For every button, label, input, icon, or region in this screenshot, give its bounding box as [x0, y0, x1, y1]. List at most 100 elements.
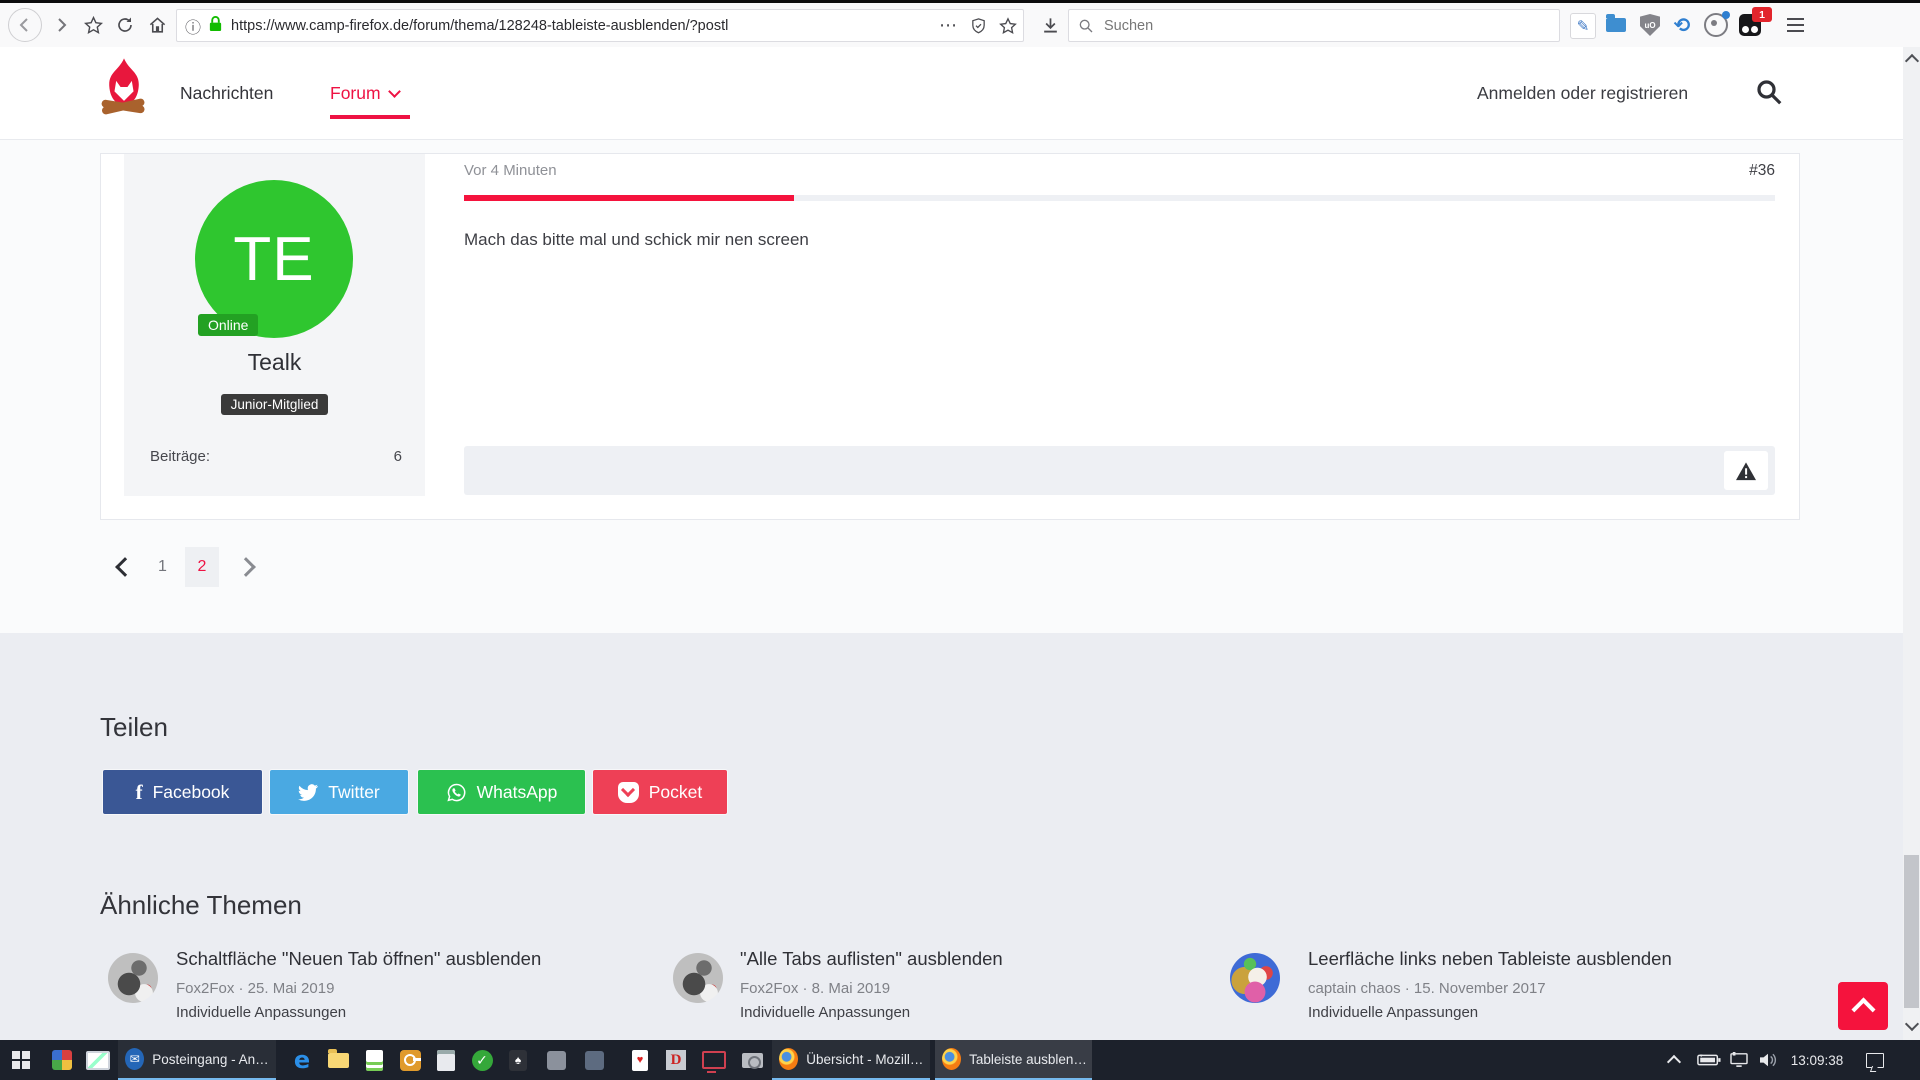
tracking-shield-icon[interactable] [963, 10, 993, 41]
page-scrollbar[interactable] [1903, 47, 1920, 1040]
scrollbar-thumb[interactable] [1904, 855, 1919, 1008]
taskbar-app-icon[interactable] [544, 1048, 568, 1072]
forum-search-button[interactable] [1754, 77, 1784, 112]
page-link-1[interactable]: 1 [158, 558, 167, 576]
taskbar-app-colorful-icon[interactable] [50, 1048, 74, 1072]
task-firefox-tableiste[interactable]: Tableiste ausblenden ... [935, 1040, 1092, 1080]
author-name[interactable]: Tealk [124, 349, 425, 376]
page-info-icon[interactable]: ⓘ [185, 14, 201, 38]
share-facebook-button[interactable]: f Facebook [103, 770, 262, 814]
topic-category[interactable]: Individuelle Anpassungen [176, 1004, 346, 1021]
folder-extension-icon[interactable] [1604, 13, 1628, 37]
scrollbar-down-icon[interactable] [1905, 1017, 1919, 1031]
post-timestamp[interactable]: Vor 4 Minuten [464, 162, 557, 179]
back-button[interactable] [6, 3, 44, 47]
login-link[interactable]: Anmelden oder registrieren [1477, 47, 1688, 139]
bookmark-star-button[interactable] [78, 3, 108, 47]
topic-avatar[interactable] [108, 953, 158, 1003]
share-twitter-button[interactable]: Twitter [270, 770, 408, 814]
topic-title[interactable]: Schaltfläche "Neuen Tab öffnen" ausblend… [176, 948, 541, 970]
browser-search-input[interactable] [1102, 17, 1526, 35]
task-label: Übersicht - Mozilla Fir... [806, 1052, 930, 1067]
home-button[interactable] [142, 3, 172, 47]
topic-avatar[interactable] [1230, 953, 1280, 1003]
sync-glyph: ⟲ [1674, 13, 1691, 38]
firefox-icon [942, 1048, 961, 1070]
scrollbar-up-icon[interactable] [1905, 54, 1919, 68]
taskbar-camera-icon[interactable] [740, 1048, 764, 1072]
taskbar-darkcard-icon[interactable]: ♠ [506, 1048, 530, 1072]
post-footer-bar [464, 446, 1775, 495]
taskbar-clock[interactable]: 13:09:38 [1784, 1040, 1850, 1080]
topic-meta: Fox2Fox · 25. Mai 2019 [176, 980, 334, 997]
pocket-label: Pocket [649, 782, 703, 803]
share-pocket-button[interactable]: Pocket [593, 770, 727, 814]
next-page-icon[interactable] [236, 557, 256, 577]
forward-icon [53, 17, 69, 33]
task-thunderbird[interactable]: ✉ Posteingang - Andrea... [118, 1040, 276, 1080]
post-main: Vor 4 Minuten #36 Mach das bitte mal und… [464, 154, 1775, 496]
topic-category[interactable]: Individuelle Anpassungen [740, 1004, 910, 1021]
privacy-extension-icon[interactable] [1704, 13, 1728, 37]
taskbar-edge-icon[interactable]: e [290, 1048, 314, 1072]
posts-label: Beiträge: [150, 448, 210, 465]
nav-nachrichten[interactable]: Nachrichten [180, 47, 273, 139]
report-button[interactable] [1724, 451, 1768, 490]
taskbar-cards-icon[interactable]: ♥ [628, 1048, 652, 1072]
chevron-down-icon [388, 85, 401, 98]
taskbar-app-icon[interactable] [582, 1048, 606, 1072]
topic-title[interactable]: Leerfläche links neben Tableiste ausblen… [1308, 948, 1672, 970]
download-icon [1041, 16, 1060, 35]
topic-category[interactable]: Individuelle Anpassungen [1308, 1004, 1478, 1021]
search-icon [1078, 18, 1094, 34]
topic-avatar[interactable] [673, 953, 723, 1003]
taskbar-keepass-icon[interactable] [398, 1048, 422, 1072]
twitter-label: Twitter [328, 782, 380, 803]
page-actions-icon[interactable]: ⋯ [933, 10, 963, 41]
posts-count: 6 [394, 448, 402, 465]
reload-icon [116, 16, 134, 34]
topic-meta: captain chaos · 15. November 2017 [1308, 980, 1546, 997]
extension-badge: 1 [1752, 7, 1772, 22]
scroll-to-top-button[interactable] [1838, 982, 1888, 1030]
search-icon [1754, 77, 1784, 107]
downloads-button[interactable] [1034, 3, 1066, 47]
topic-title[interactable]: "Alle Tabs auflisten" ausblenden [740, 948, 1003, 970]
ublock-extension-icon[interactable]: uO [1638, 13, 1662, 37]
page-bookmark-star-icon[interactable] [993, 10, 1023, 41]
task-firefox-uebersicht[interactable]: Übersicht - Mozilla Fir... [772, 1040, 930, 1080]
action-center-icon[interactable] [1860, 1040, 1890, 1080]
network-icon[interactable] [1726, 1040, 1752, 1080]
reload-button[interactable] [110, 3, 140, 47]
firefox-icon [779, 1048, 798, 1070]
start-button[interactable] [12, 1051, 30, 1069]
taskbar-d-app-icon[interactable]: D [664, 1048, 688, 1072]
share-whatsapp-button[interactable]: WhatsApp [418, 770, 585, 814]
page-current-2[interactable]: 2 [185, 547, 219, 587]
battery-icon[interactable] [1694, 1040, 1724, 1080]
avatar-initials: TE [233, 224, 314, 295]
note-extension-icon[interactable]: ✎ [1570, 13, 1596, 39]
taskbar-notepad-icon[interactable] [434, 1048, 458, 1072]
browser-search-bar[interactable] [1068, 9, 1560, 42]
post-number[interactable]: #36 [1749, 162, 1775, 180]
forward-button[interactable] [46, 3, 76, 47]
taskbar-explorer-icon[interactable] [326, 1048, 350, 1072]
author-panel: TE Online Tealk Junior-Mitglied Beiträge… [124, 154, 425, 496]
sync-extension-icon[interactable]: ⟲ [1670, 13, 1694, 37]
volume-icon[interactable] [1754, 1040, 1782, 1080]
taskbar-check-icon[interactable]: ✓ [470, 1048, 494, 1072]
url-bar[interactable]: ⓘ https://www.camp-firefox.de/forum/them… [176, 9, 1024, 42]
screen: ⓘ https://www.camp-firefox.de/forum/them… [0, 0, 1920, 1080]
nav-forum[interactable]: Forum [330, 47, 399, 139]
campfire-logo[interactable] [98, 56, 150, 123]
taskbar-monitor-icon[interactable] [702, 1048, 726, 1072]
menu-button[interactable] [1778, 3, 1812, 47]
tray-expand-icon[interactable] [1664, 1040, 1684, 1080]
taskbar-app-presentation-icon[interactable] [86, 1048, 110, 1072]
topic-meta: Fox2Fox · 8. Mai 2019 [740, 980, 890, 997]
pencil-glyph: ✎ [1577, 17, 1590, 35]
taskbar-document-icon[interactable] [362, 1048, 386, 1072]
prev-page-icon[interactable] [115, 557, 135, 577]
facebook-icon: f [136, 780, 143, 805]
